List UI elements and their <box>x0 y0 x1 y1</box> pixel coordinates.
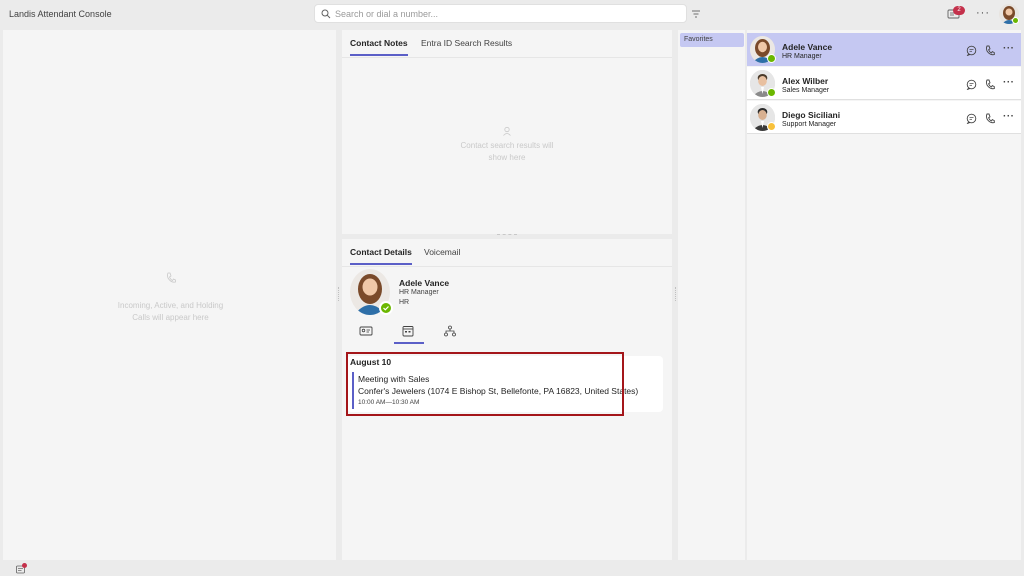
call-icon[interactable] <box>985 79 995 90</box>
call-icon[interactable] <box>985 113 995 124</box>
right-splitter-handle[interactable] <box>675 287 677 301</box>
details-tabs: Contact Details Voicemail <box>342 239 672 267</box>
more-options-icon[interactable]: ··· <box>1003 43 1015 54</box>
notes-panel: Contact Notes Entra ID Search Results Co… <box>342 30 672 234</box>
contact-row-title: Sales Manager <box>782 87 830 94</box>
contact-row-name: Adele Vance <box>782 42 833 52</box>
notes-tabs: Contact Notes Entra ID Search Results <box>342 30 672 58</box>
calls-empty-message: Incoming, Active, and Holding Calls will… <box>117 301 224 322</box>
org-chart-icon[interactable] <box>443 325 457 337</box>
phone-icon <box>167 272 176 283</box>
contact-job-title: HR Manager <box>399 289 439 296</box>
contact-row-alex-wilber[interactable]: Alex Wilber Sales Manager ··· <box>747 67 1021 100</box>
contact-department: HR <box>399 299 410 306</box>
search-box[interactable] <box>314 4 687 23</box>
person-search-icon <box>503 126 511 136</box>
more-options-icon[interactable]: ··· <box>1003 111 1015 122</box>
contact-row-name: Diego Siciliani <box>782 110 841 120</box>
panel-resize-handle[interactable] <box>497 234 517 237</box>
presence-away-icon <box>767 122 776 131</box>
chat-icon[interactable] <box>966 113 977 124</box>
tab-voicemail[interactable]: Voicemail <box>424 247 460 263</box>
contact-card-icon[interactable] <box>359 325 373 337</box>
contact-row-name: Alex Wilber <box>782 76 829 86</box>
active-subtab-indicator <box>394 342 424 344</box>
call-icon[interactable] <box>985 45 995 56</box>
calls-panel: Incoming, Active, and Holding Calls will… <box>3 30 336 560</box>
calendar-icon[interactable] <box>401 325 415 337</box>
presence-available-icon <box>767 54 776 63</box>
tab-entra-id-search-results[interactable]: Entra ID Search Results <box>421 38 512 54</box>
more-options-icon[interactable]: ··· <box>1003 77 1015 88</box>
highlight-annotation <box>346 352 624 416</box>
group-item-favorites[interactable]: Favorites <box>680 33 744 47</box>
contact-row-adele-vance[interactable]: Adele Vance HR Manager ··· <box>747 33 1021 66</box>
tab-contact-details[interactable]: Contact Details <box>350 247 412 265</box>
user-status-dot <box>1012 17 1019 24</box>
status-alert-badge <box>22 563 27 568</box>
tab-contact-notes[interactable]: Contact Notes <box>350 38 408 56</box>
contact-name: Adele Vance <box>399 278 450 288</box>
top-bar: Landis Attendant Console 2 ··· <box>0 0 1024 28</box>
app-title: Landis Attendant Console <box>9 9 112 19</box>
contact-status-icon <box>379 301 393 315</box>
chat-icon[interactable] <box>966 79 977 90</box>
notes-empty-message: Contact search results will show here <box>460 141 554 162</box>
contact-row-title: Support Manager <box>782 121 837 128</box>
notification-badge: 2 <box>953 6 965 15</box>
search-input[interactable] <box>335 6 675 21</box>
presence-available-icon <box>767 88 776 97</box>
contact-row-title: HR Manager <box>782 53 822 60</box>
chat-icon[interactable] <box>966 45 977 56</box>
left-splitter-handle[interactable] <box>338 287 340 301</box>
status-bar <box>0 562 1024 576</box>
contacts-list-panel: Adele Vance HR Manager ··· Alex Wilber S… <box>747 30 1021 560</box>
search-icon <box>321 9 331 19</box>
groups-panel: Favorites <box>678 30 745 560</box>
more-options-icon[interactable]: ··· <box>976 7 990 19</box>
contact-row-diego-siciliani[interactable]: Diego Siciliani Support Manager ··· <box>747 101 1021 134</box>
filter-icon[interactable] <box>691 9 701 19</box>
detail-subtabs <box>350 323 460 344</box>
